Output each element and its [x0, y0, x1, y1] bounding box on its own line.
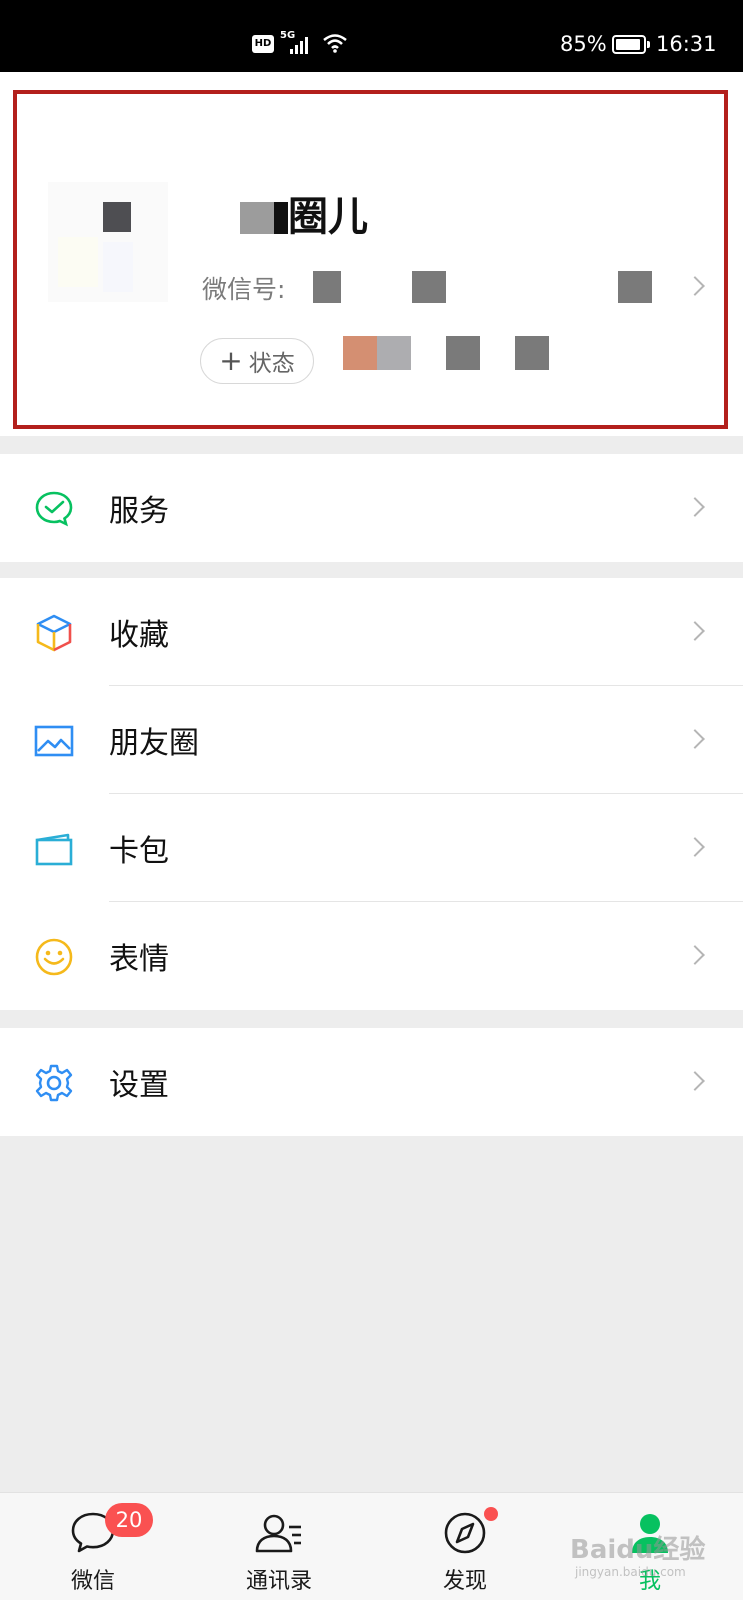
menu-item-favorites[interactable]: 收藏	[0, 578, 743, 686]
menu-item-label: 朋友圈	[109, 726, 199, 761]
status-bar: HD 5G 85% 16:31	[0, 0, 743, 72]
chevron-right-icon	[685, 945, 705, 965]
tab-label: 发现	[442, 1569, 487, 1594]
chevron-right-icon	[685, 729, 705, 749]
chevron-right-icon	[685, 497, 705, 517]
profile-header[interactable]: 圈儿 微信号: + 状态	[0, 72, 743, 436]
gear-icon	[35, 1064, 73, 1102]
signal-icon	[290, 37, 308, 54]
smiley-icon	[35, 938, 73, 976]
menu-item-settings[interactable]: 设置	[0, 1028, 743, 1136]
menu-item-stickers[interactable]: 表情	[0, 902, 743, 1010]
settings-group: 设置	[0, 1028, 743, 1136]
tab-contacts[interactable]: 通讯录	[186, 1493, 372, 1600]
wallet-card-icon	[35, 833, 73, 866]
watermark-subtext: jingyan.baidu.com	[575, 1565, 686, 1579]
new-content-dot	[484, 1507, 498, 1521]
bottom-tab-bar: 20 微信 通讯录 发现 我 Baidu经验 jingyan.baidu.com	[0, 1492, 743, 1600]
hd-indicator: HD	[252, 35, 274, 53]
contacts-icon	[255, 1514, 301, 1553]
chevron-right-icon	[685, 621, 705, 641]
image-icon	[34, 725, 74, 757]
tab-discover[interactable]: 发现	[372, 1493, 558, 1600]
menu-item-moments[interactable]: 朋友圈	[0, 686, 743, 794]
battery-icon	[612, 35, 650, 54]
menu-item-label: 卡包	[109, 834, 169, 869]
main-menu-group: 收藏 朋友圈 卡包 表情	[0, 578, 743, 1010]
highlight-box	[13, 90, 728, 429]
tab-label: 通讯录	[245, 1569, 312, 1594]
watermark: Baidu经验	[570, 1535, 706, 1565]
chevron-right-icon	[685, 837, 705, 857]
menu-item-cards[interactable]: 卡包	[0, 794, 743, 902]
menu-item-label: 收藏	[109, 618, 169, 653]
service-group: 服务	[0, 454, 743, 562]
battery-fill	[616, 39, 640, 50]
clock: 16:31	[656, 32, 717, 56]
tab-label: 微信	[70, 1569, 115, 1594]
cube-icon	[36, 614, 72, 652]
unread-badge: 20	[105, 1503, 153, 1537]
battery-percent: 85%	[560, 32, 607, 56]
wechat-pay-check-icon	[35, 491, 73, 527]
menu-item-label: 服务	[109, 494, 169, 529]
menu-item-service[interactable]: 服务	[0, 454, 743, 562]
compass-icon	[444, 1512, 486, 1554]
menu-item-label: 表情	[109, 942, 169, 977]
tab-chats[interactable]: 20 微信	[0, 1493, 186, 1600]
wifi-icon	[323, 34, 347, 53]
menu-item-label: 设置	[109, 1068, 169, 1103]
chevron-right-icon	[685, 1071, 705, 1091]
